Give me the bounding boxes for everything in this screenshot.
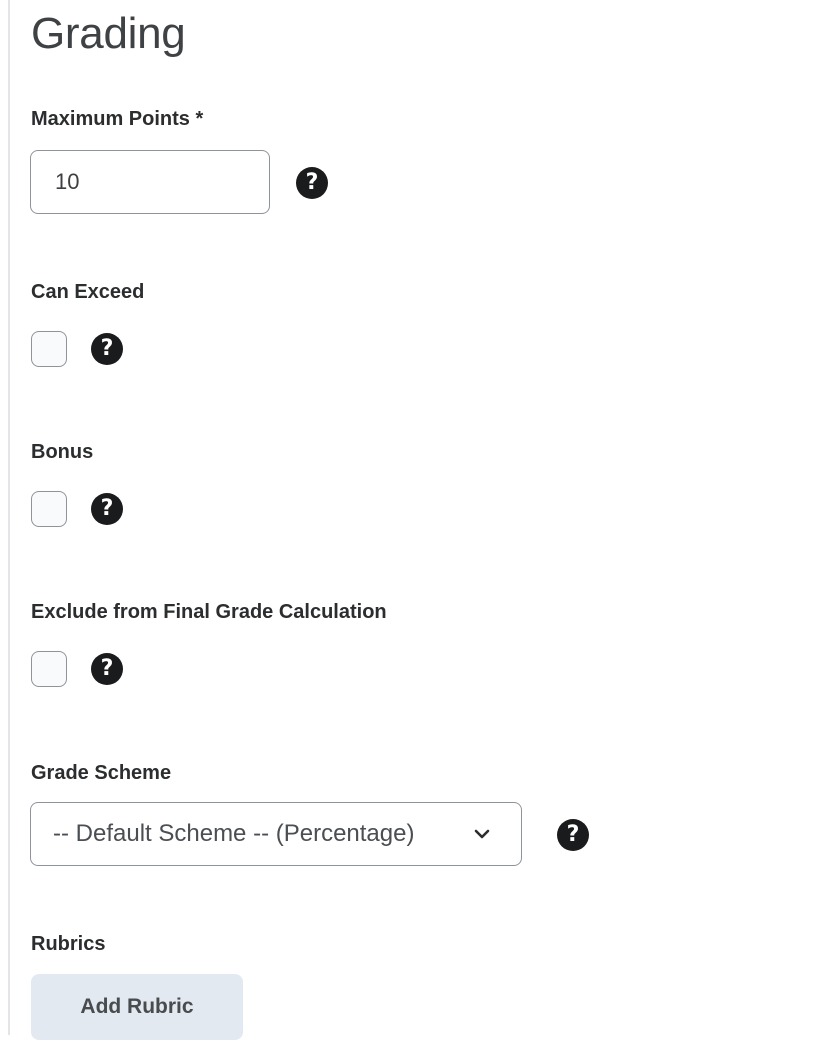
grade-scheme-label: Grade Scheme xyxy=(31,762,172,784)
maximum-points-input[interactable] xyxy=(30,150,270,214)
can-exceed-label: Can Exceed xyxy=(31,281,145,303)
grade-scheme-selected-value: -- Default Scheme -- (Percentage) xyxy=(53,820,415,847)
can-exceed-checkbox[interactable] xyxy=(31,331,67,367)
add-rubric-button[interactable]: Add Rubric xyxy=(31,974,243,1040)
question-circle-icon[interactable]: ? xyxy=(557,819,589,851)
bonus-checkbox[interactable] xyxy=(31,491,67,527)
exclude-final-grade-checkbox[interactable] xyxy=(31,651,67,687)
left-border-divider xyxy=(8,0,10,1035)
maximum-points-label: Maximum Points * xyxy=(31,108,204,130)
rubrics-label: Rubrics xyxy=(31,933,106,955)
question-circle-icon[interactable]: ? xyxy=(91,493,123,525)
question-circle-icon[interactable]: ? xyxy=(91,333,123,365)
question-circle-icon[interactable]: ? xyxy=(296,167,328,199)
bonus-label: Bonus xyxy=(31,441,94,463)
page-title: Grading xyxy=(31,9,186,58)
grade-scheme-select[interactable]: -- Default Scheme -- (Percentage) xyxy=(30,802,522,866)
chevron-down-icon xyxy=(474,829,490,839)
question-circle-icon[interactable]: ? xyxy=(91,653,123,685)
exclude-final-grade-label: Exclude from Final Grade Calculation xyxy=(31,601,387,623)
